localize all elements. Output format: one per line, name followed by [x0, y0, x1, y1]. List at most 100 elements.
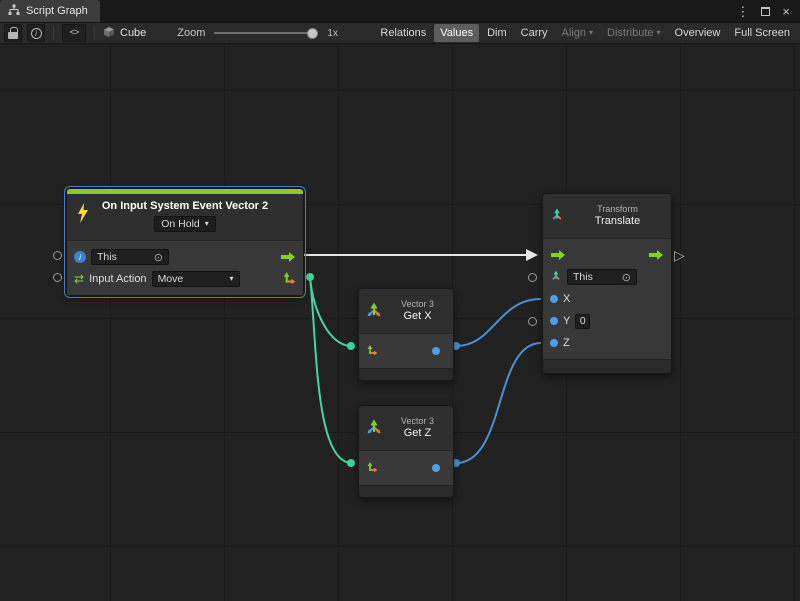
- x-input-port[interactable]: [550, 295, 558, 303]
- vector2-output-port[interactable]: [282, 271, 296, 288]
- y-port-row: Y 0: [550, 311, 664, 331]
- transform-mini-icon: [550, 270, 562, 285]
- graph-canvas[interactable]: On Input System Event Vector 2 On Hold ▾…: [0, 44, 800, 601]
- node-get-z[interactable]: Vector 3 Get Z: [358, 405, 454, 498]
- zoom-slider-knob[interactable]: [307, 28, 318, 39]
- node-get-x[interactable]: Vector 3 Get X: [358, 288, 454, 381]
- vector2-wire-to-getz[interactable]: [310, 277, 351, 463]
- relations-button[interactable]: Relations: [374, 24, 432, 42]
- mode-value: On Hold: [161, 218, 200, 230]
- x-value-output-port[interactable]: [432, 347, 440, 355]
- getz-input-dot[interactable]: [347, 459, 355, 467]
- node-header: Transform Translate: [543, 194, 671, 238]
- zoom-slider[interactable]: [214, 26, 318, 40]
- translate-this-external-port[interactable]: [528, 273, 537, 282]
- object-picker-icon[interactable]: ⊙: [622, 271, 631, 284]
- event-this-external-port[interactable]: [53, 251, 62, 260]
- z-label: Z: [563, 337, 570, 349]
- y-input-port[interactable]: [550, 317, 558, 325]
- vector3-icon: [365, 418, 383, 439]
- tab-script-graph[interactable]: Script Graph: [0, 0, 100, 22]
- values-button[interactable]: Values: [434, 24, 479, 42]
- z-value-output-port[interactable]: [432, 464, 440, 472]
- toolbar-right-group: Relations Values Dim Carry Align ▾ Distr…: [374, 24, 796, 42]
- vector2-wire-to-getx[interactable]: [310, 277, 351, 346]
- this-target-field[interactable]: This ⊙: [91, 249, 169, 265]
- node-title: Get X: [388, 310, 447, 324]
- chevron-down-icon: ▾: [230, 275, 234, 283]
- this-target-field[interactable]: This ⊙: [567, 269, 637, 285]
- this-port-row: i This ⊙: [74, 247, 296, 267]
- flow-output-port[interactable]: [280, 251, 296, 263]
- info-icon: i: [31, 28, 42, 39]
- y-label: Y: [563, 315, 570, 327]
- input-action-dropdown[interactable]: Move ▾: [152, 271, 240, 287]
- window-controls: ⋮ ×: [726, 0, 800, 22]
- y-value-field[interactable]: 0: [575, 314, 590, 329]
- vector2-output-dot[interactable]: [306, 273, 314, 281]
- inspect-button[interactable]: i: [27, 24, 45, 42]
- close-icon[interactable]: ×: [782, 5, 790, 18]
- translate-y-external-port[interactable]: [528, 317, 537, 326]
- node-header: Vector 3 Get X: [359, 289, 453, 333]
- node-category: Vector 3: [388, 416, 447, 427]
- align-dropdown[interactable]: Align ▾: [556, 24, 599, 42]
- node-title: Translate: [570, 215, 665, 229]
- x-port-row: X: [550, 289, 664, 309]
- on-hold-dropdown[interactable]: On Hold ▾: [154, 216, 216, 232]
- graph-toolbar: i <> Cube Zoom 1x Relations Values Dim C…: [0, 22, 800, 44]
- tab-bar: Script Graph ⋮ ×: [0, 0, 800, 22]
- overview-button[interactable]: Overview: [669, 24, 727, 42]
- distribute-dropdown[interactable]: Distribute ▾: [601, 24, 666, 42]
- edit-script-button[interactable]: <>: [62, 24, 86, 42]
- node-header: Vector 3 Get Z: [359, 406, 453, 450]
- this-port-row: This ⊙: [550, 267, 664, 287]
- node-on-input-system-event[interactable]: On Input System Event Vector 2 On Hold ▾…: [66, 188, 304, 296]
- fullscreen-button[interactable]: Full Screen: [728, 24, 796, 42]
- unity-script-graph-window: Script Graph ⋮ × i <> Cube Zoom 1x: [0, 0, 800, 601]
- z-input-port[interactable]: [550, 339, 558, 347]
- zoom-label: Zoom: [177, 27, 205, 39]
- node-footer: [359, 368, 453, 380]
- maximize-icon[interactable]: [761, 5, 770, 18]
- maximize-glyph: [761, 7, 770, 16]
- chevron-down-icon: ▾: [589, 29, 593, 37]
- lock-button[interactable]: [4, 24, 22, 42]
- transform-icon: [549, 207, 565, 226]
- flow-output-port[interactable]: [648, 249, 664, 261]
- toolbar-divider: [94, 26, 95, 40]
- node-header-text: Transform Translate: [570, 204, 665, 229]
- cube-icon: [103, 26, 115, 41]
- object-picker-icon[interactable]: ⊙: [154, 251, 163, 264]
- target-object-label: Cube: [120, 27, 146, 39]
- event-action-external-port[interactable]: [53, 273, 62, 282]
- node-body: This ⊙ X Y 0 Z: [543, 238, 671, 359]
- translate-flow-continuation-port[interactable]: ▷: [674, 248, 685, 262]
- dim-button[interactable]: Dim: [481, 24, 513, 42]
- input-action-icon: ⇄: [74, 273, 84, 285]
- code-icon: <>: [70, 28, 79, 38]
- vector-input-port[interactable]: [366, 344, 378, 359]
- this-value: This: [97, 251, 117, 263]
- input-action-value: Move: [158, 273, 184, 285]
- tab-label: Script Graph: [26, 5, 88, 17]
- getx-input-dot[interactable]: [347, 342, 355, 350]
- vector-input-port[interactable]: [366, 461, 378, 476]
- flow-input-port[interactable]: [550, 249, 566, 261]
- script-graph-icon: [8, 4, 20, 19]
- chevron-down-icon: ▾: [205, 220, 209, 228]
- value-wire-getz-to-z[interactable]: [456, 343, 541, 463]
- z-port-row: Z: [550, 333, 664, 353]
- node-category: Transform: [570, 204, 665, 215]
- node-body: [359, 450, 453, 485]
- vector3-icon: [365, 301, 383, 322]
- node-title: On Input System Event Vector 2: [75, 200, 295, 212]
- zoom-value: 1x: [327, 28, 338, 39]
- value-port-row: [366, 457, 446, 479]
- flow-wire-arrowhead: [526, 249, 538, 261]
- node-header: On Input System Event Vector 2 On Hold ▾: [67, 194, 303, 240]
- node-title: Get Z: [388, 427, 447, 441]
- node-translate[interactable]: Transform Translate: [542, 193, 672, 374]
- menu-icon[interactable]: ⋮: [736, 5, 749, 18]
- carry-button[interactable]: Carry: [515, 24, 554, 42]
